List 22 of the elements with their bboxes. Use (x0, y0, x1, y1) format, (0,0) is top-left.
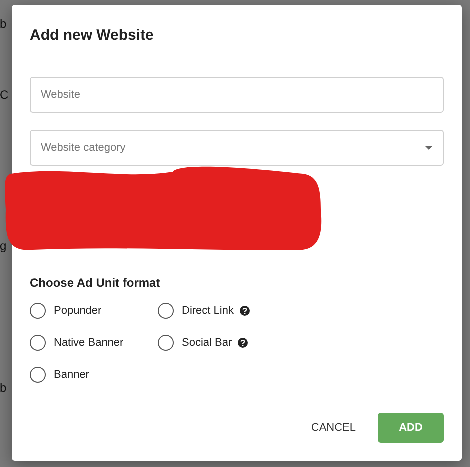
section-label: Choose Ad Unit format (30, 276, 162, 290)
radio-button[interactable] (158, 303, 174, 319)
dialog-title: Add new Website (30, 27, 155, 46)
cancel-button[interactable]: CANCEL (307, 413, 360, 443)
table-cell-text: g (0, 239, 8, 253)
radio-button[interactable] (30, 367, 46, 383)
help-icon[interactable] (240, 306, 250, 316)
table-cell-text: b (0, 17, 8, 31)
category-select[interactable]: Website category (30, 130, 444, 166)
radio-option[interactable]: Social Bar (158, 333, 248, 353)
radio-button[interactable] (30, 303, 46, 319)
website-field[interactable]: Website (30, 77, 444, 113)
table-cell: C (0, 88, 10, 102)
radio-option[interactable]: Native Banner (30, 333, 124, 353)
radio-option[interactable]: Banner (30, 365, 90, 385)
radio-option[interactable]: Popunder (30, 301, 102, 321)
help-icon[interactable] (238, 338, 248, 348)
radio-button[interactable] (158, 335, 174, 351)
table-cell-text: b (0, 381, 8, 395)
caret-icon (425, 146, 433, 150)
radio-button[interactable] (30, 335, 46, 351)
radio-option[interactable]: Direct Link (158, 301, 250, 321)
